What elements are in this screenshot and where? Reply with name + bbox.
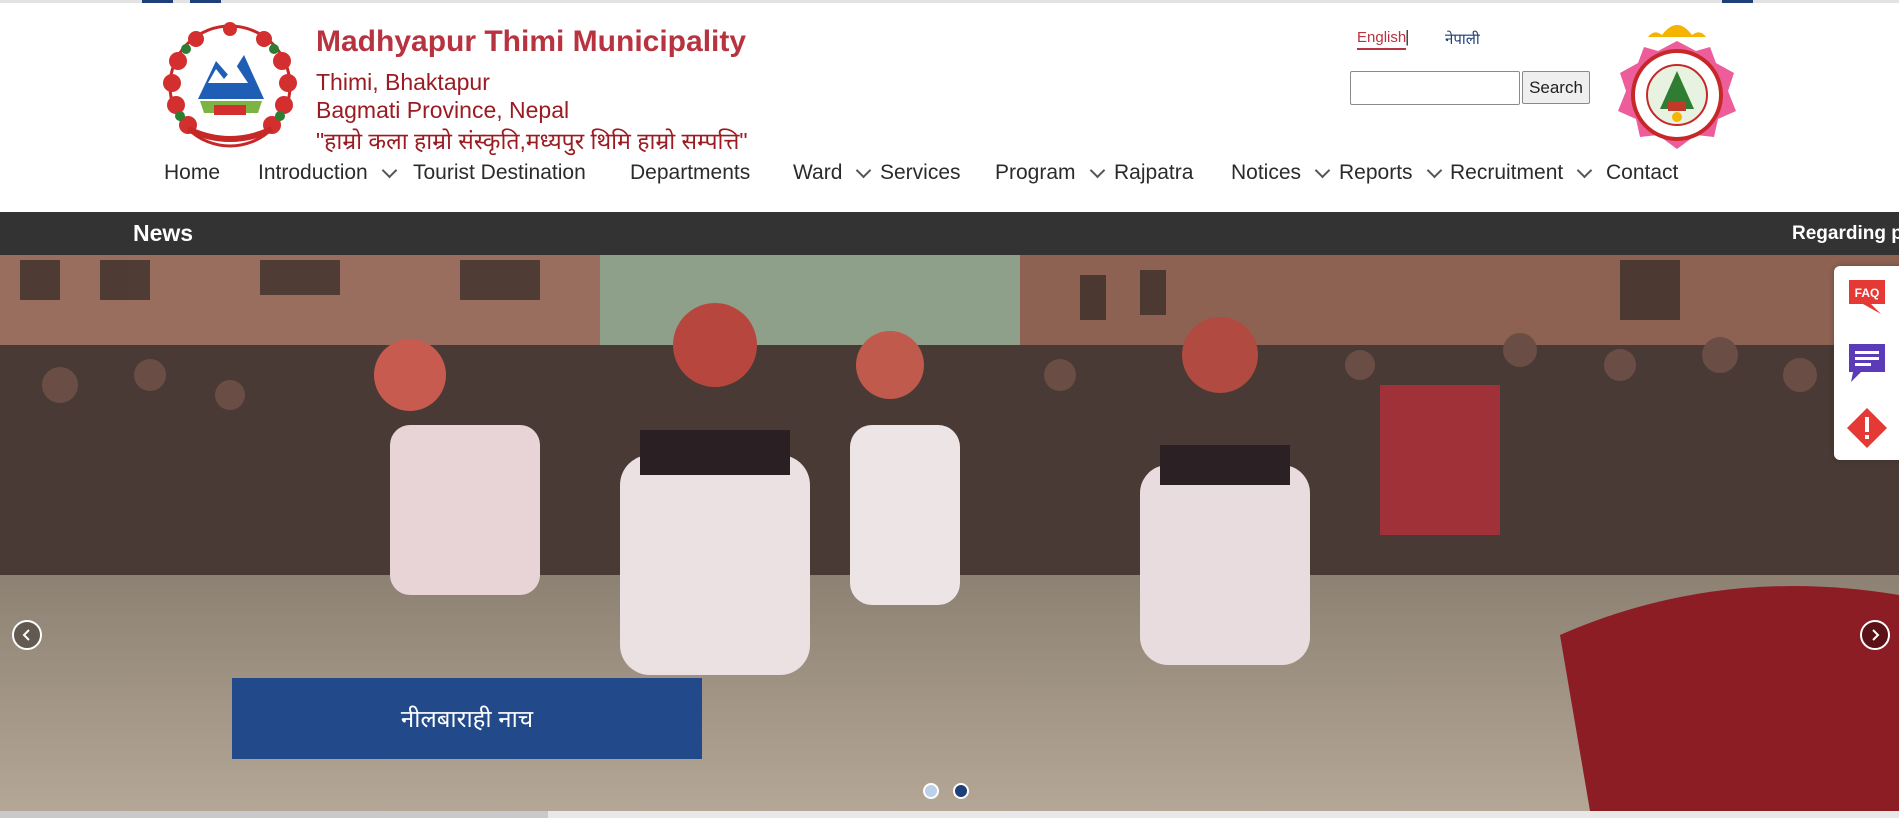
nav-services-label: Services [880, 161, 961, 184]
chevron-down-icon [1426, 162, 1442, 178]
quick-links-panel: FAQ [1834, 266, 1899, 460]
faq-icon-label: FAQ [1855, 286, 1880, 300]
nav-ward[interactable]: Ward [793, 161, 872, 185]
language-english-link[interactable]: English [1357, 29, 1407, 50]
nav-rajpatra-label: Rajpatra [1114, 161, 1194, 184]
nav-program-label: Program [995, 161, 1076, 184]
chevron-down-icon [381, 162, 398, 178]
chevron-right-icon [1872, 629, 1880, 641]
nav-recruitment[interactable]: Recruitment [1450, 161, 1593, 185]
slider-dot-2[interactable] [953, 783, 969, 799]
nav-contact[interactable]: Contact [1606, 161, 1678, 185]
nav-home[interactable]: Home [164, 161, 220, 185]
chevron-left-icon [22, 629, 30, 641]
search-input[interactable] [1350, 71, 1520, 105]
address-line-city: Thimi, Bhaktapur [316, 69, 490, 95]
nav-recruitment-label: Recruitment [1450, 161, 1564, 184]
site-header: Madhyapur Thimi Municipality Thimi, Bhak… [0, 3, 1899, 212]
search-button[interactable]: Search [1522, 71, 1590, 104]
address-line-province: Bagmati Province, Nepal [316, 97, 570, 123]
language-nepali-link[interactable]: नेपाली [1445, 29, 1480, 49]
chevron-down-icon [1314, 162, 1331, 178]
slider-dot-1[interactable] [923, 783, 939, 799]
slide-caption[interactable]: नीलबाराही नाच [232, 678, 702, 759]
chevron-down-icon [1089, 162, 1105, 178]
nav-departments[interactable]: Departments [630, 161, 750, 185]
chevron-down-icon [1576, 162, 1593, 178]
nav-program[interactable]: Program [995, 161, 1105, 185]
nav-services[interactable]: Services [880, 161, 961, 185]
nav-contact-label: Contact [1606, 161, 1679, 184]
nav-rajpatra[interactable]: Rajpatra [1114, 161, 1193, 185]
nav-notices[interactable]: Notices [1231, 161, 1331, 185]
nav-tourist-destination-label: Tourist Destination [413, 161, 586, 184]
nav-departments-label: Departments [630, 161, 751, 184]
scrollbar-thumb[interactable] [0, 811, 548, 818]
nav-notices-label: Notices [1231, 161, 1302, 184]
alert-icon[interactable] [1845, 406, 1889, 450]
feedback-icon[interactable] [1845, 340, 1889, 384]
faq-icon[interactable]: FAQ [1845, 274, 1889, 318]
municipality-seal-logo[interactable] [1610, 13, 1745, 168]
site-title[interactable]: Madhyapur Thimi Municipality [316, 25, 746, 59]
chevron-down-icon [856, 162, 872, 178]
main-navigation: Home Introduction Tourist Destination De… [0, 161, 1899, 201]
news-ticker-text[interactable]: Regarding pu [1792, 223, 1899, 245]
nepal-emblem-logo[interactable] [158, 21, 302, 151]
language-separator: | [1405, 27, 1410, 46]
nav-ward-label: Ward [793, 161, 843, 184]
news-label: News [133, 220, 194, 246]
horizontal-scrollbar[interactable] [0, 811, 1899, 818]
motto: "हाम्रो कला हाम्रो संस्कृति,मध्यपुर थिमि… [316, 128, 748, 154]
news-ticker-bar: News Regarding pu [0, 212, 1899, 255]
nav-introduction[interactable]: Introduction [258, 161, 398, 185]
slider-next-button[interactable] [1860, 620, 1890, 650]
nav-home-label: Home [164, 161, 221, 184]
nav-reports-label: Reports [1339, 161, 1413, 184]
nav-tourist-destination[interactable]: Tourist Destination [413, 161, 586, 185]
slider-prev-button[interactable] [12, 620, 42, 650]
nav-reports[interactable]: Reports [1339, 161, 1442, 185]
hero-slider: नीलबाराही नाच [0, 255, 1899, 811]
nav-introduction-label: Introduction [258, 161, 368, 184]
